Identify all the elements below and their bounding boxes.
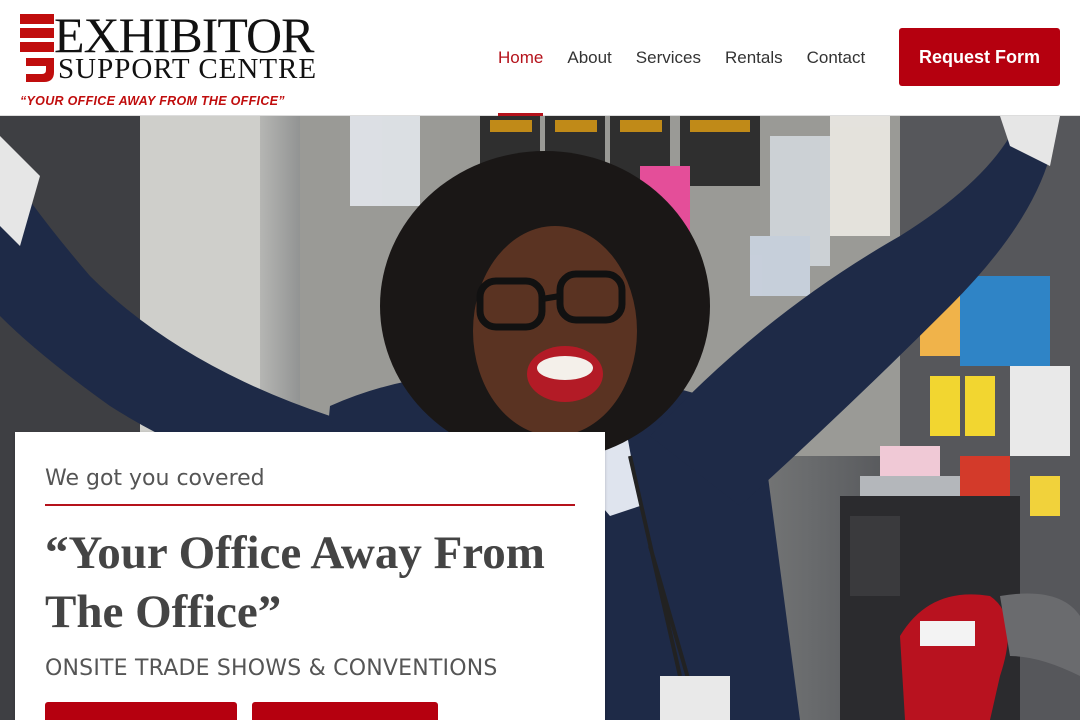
jm-logo-mark-icon bbox=[20, 14, 54, 82]
logo-tagline: “YOUR OFFICE AWAY FROM THE OFFICE” bbox=[20, 94, 285, 108]
card-primary-button[interactable] bbox=[45, 702, 237, 720]
hero-card: We got you covered “Your Office Away Fro… bbox=[15, 432, 605, 720]
card-eyebrow: We got you covered bbox=[45, 466, 265, 491]
nav-item-contact[interactable]: Contact bbox=[795, 0, 878, 116]
request-form-button[interactable]: Request Form bbox=[899, 28, 1060, 86]
card-secondary-button[interactable] bbox=[252, 702, 438, 720]
nav-item-rentals[interactable]: Rentals bbox=[713, 0, 795, 116]
site-logo[interactable]: EXHIBITOR SUPPORT CENTRE “YOUR OFFICE AW… bbox=[20, 10, 320, 110]
nav-item-about[interactable]: About bbox=[555, 0, 623, 116]
site-header: EXHIBITOR SUPPORT CENTRE “YOUR OFFICE AW… bbox=[0, 0, 1080, 116]
nav-item-services[interactable]: Services bbox=[624, 0, 713, 116]
logo-subtitle: SUPPORT CENTRE bbox=[58, 53, 318, 85]
card-subheading: ONSITE TRADE SHOWS & CONVENTIONS bbox=[45, 656, 498, 681]
card-divider bbox=[45, 504, 575, 506]
main-nav: Home About Services Rentals Contact bbox=[486, 0, 877, 116]
card-headline: “Your Office Away From The Office” bbox=[45, 527, 545, 638]
nav-item-home[interactable]: Home bbox=[486, 0, 555, 116]
